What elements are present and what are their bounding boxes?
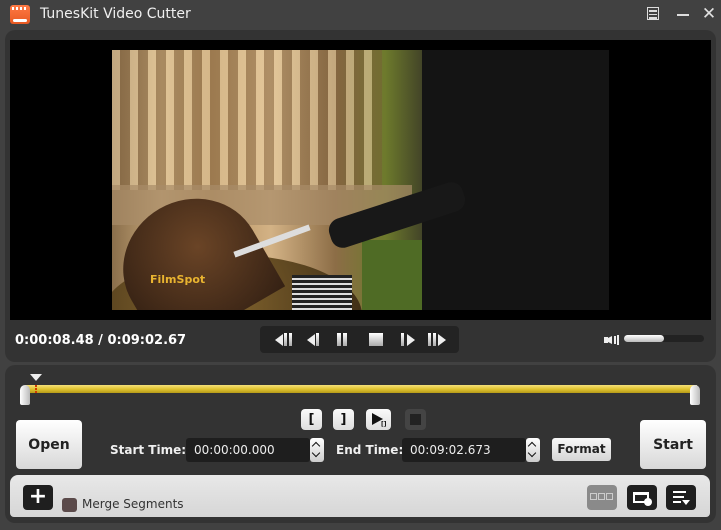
- pause-button[interactable]: [337, 332, 348, 347]
- time-display: 0:00:08.48 / 0:09:02.67: [15, 333, 187, 348]
- video-frame: FilmSpot: [112, 50, 609, 310]
- output-folder-icon[interactable]: [627, 485, 657, 510]
- next-frame-button[interactable]: [401, 332, 415, 347]
- video-watermark: FilmSpot: [150, 273, 206, 286]
- app-window: TunesKit Video Cutter ✕ FilmSpot 0:00:08…: [0, 0, 721, 530]
- stop-preview-button[interactable]: [405, 409, 426, 430]
- end-time-label: End Time:: [336, 443, 404, 457]
- segment-list-icon[interactable]: [587, 485, 617, 510]
- merge-segments-checkbox[interactable]: [62, 498, 77, 512]
- set-end-button[interactable]: ]: [333, 409, 354, 430]
- task-list-icon[interactable]: [666, 485, 696, 510]
- title-bar: TunesKit Video Cutter ✕: [0, 0, 721, 30]
- minimize-icon[interactable]: [672, 4, 694, 24]
- menu-icon[interactable]: [642, 4, 664, 24]
- window-title: TunesKit Video Cutter: [40, 6, 191, 22]
- stop-button[interactable]: [369, 332, 383, 347]
- playhead-marker[interactable]: [29, 374, 42, 381]
- stop-icon: [410, 414, 421, 425]
- selection-start-handle[interactable]: [20, 385, 30, 405]
- playhead-line: [34, 385, 37, 393]
- set-start-button[interactable]: [: [301, 409, 322, 430]
- start-time-stepper[interactable]: [310, 438, 324, 462]
- preview-segment-button[interactable]: []: [366, 409, 391, 430]
- app-logo-icon: [10, 5, 30, 24]
- volume-slider[interactable]: [624, 335, 704, 342]
- volume-icon[interactable]: [604, 333, 620, 347]
- merge-segments-label: Merge Segments: [82, 497, 184, 511]
- volume-level: [624, 335, 664, 342]
- end-time-input[interactable]: 00:09:02.673: [402, 438, 526, 462]
- start-time-input[interactable]: 00:00:00.000: [186, 438, 310, 462]
- selection-end-handle[interactable]: [690, 385, 700, 405]
- end-time-stepper[interactable]: [526, 438, 540, 462]
- timeline-track[interactable]: [25, 385, 697, 393]
- start-button[interactable]: Start: [640, 420, 706, 469]
- close-icon[interactable]: ✕: [698, 4, 720, 24]
- start-time-label: Start Time:: [110, 443, 187, 457]
- previous-frame-button[interactable]: [307, 332, 321, 347]
- add-segment-button[interactable]: +: [23, 485, 53, 510]
- open-button[interactable]: Open: [16, 420, 82, 469]
- transport-controls: [260, 326, 459, 353]
- format-button[interactable]: Format: [552, 438, 611, 461]
- next-segment-button[interactable]: [428, 332, 446, 347]
- previous-segment-button[interactable]: [275, 332, 293, 347]
